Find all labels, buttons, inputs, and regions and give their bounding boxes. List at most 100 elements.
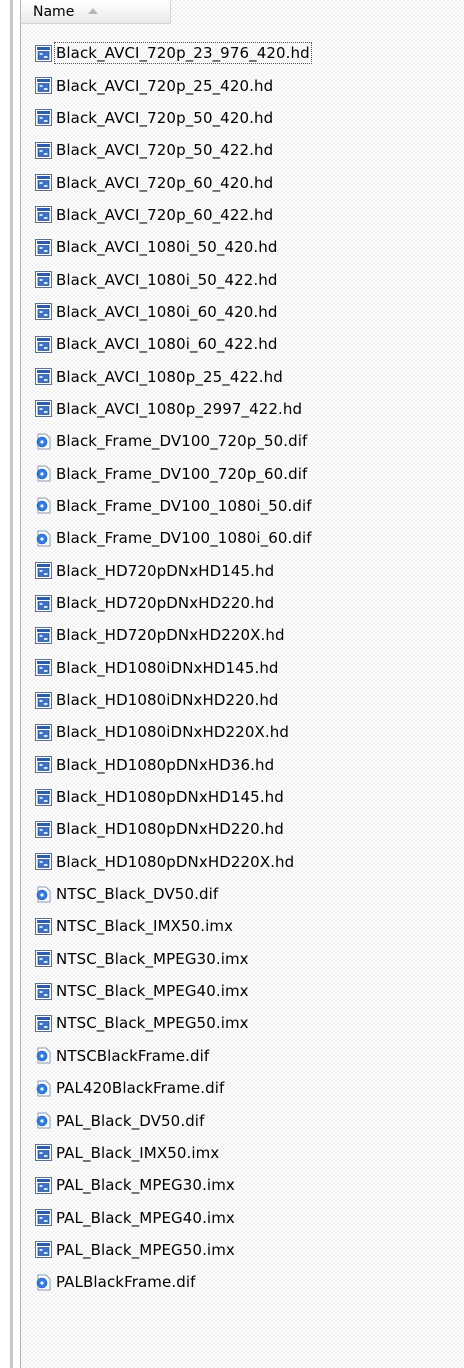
file-name: Black_AVCI_1080i_50_420.hd xyxy=(56,238,278,257)
media-file-icon xyxy=(35,433,52,450)
video-file-icon xyxy=(35,77,52,95)
file-row[interactable]: NTSC_Black_DV50.dif xyxy=(21,878,464,910)
video-file-icon xyxy=(35,271,52,289)
file-row[interactable]: Black_HD720pDNxHD220X.hd xyxy=(21,619,464,651)
file-name: NTSC_Black_MPEG50.imx xyxy=(56,1014,249,1033)
video-file-icon xyxy=(35,756,52,774)
file-row[interactable]: PAL_Black_DV50.dif xyxy=(21,1104,464,1136)
video-file-icon xyxy=(35,206,52,224)
video-file-icon xyxy=(35,1209,52,1227)
file-name: PAL_Black_MPEG50.imx xyxy=(56,1240,235,1259)
name-column-label: Name xyxy=(33,3,75,20)
file-row[interactable]: Black_AVCI_720p_25_420.hd xyxy=(21,69,464,101)
video-file-icon xyxy=(35,400,52,418)
file-name: NTSCBlackFrame.dif xyxy=(56,1046,210,1065)
file-name: PAL420BlackFrame.dif xyxy=(56,1079,225,1098)
file-row[interactable]: PAL_Black_IMX50.imx xyxy=(21,1137,464,1169)
media-file-icon xyxy=(35,497,52,514)
file-name: Black_AVCI_1080i_60_420.hd xyxy=(56,302,278,321)
file-name: PAL_Black_IMX50.imx xyxy=(56,1143,220,1162)
video-file-icon xyxy=(35,174,52,192)
file-name: Black_AVCI_720p_50_422.hd xyxy=(56,141,274,160)
file-row[interactable]: Black_AVCI_1080i_60_422.hd xyxy=(21,328,464,360)
file-row[interactable]: Black_HD1080pDNxHD145.hd xyxy=(21,781,464,813)
file-row[interactable]: PAL_Black_MPEG30.imx xyxy=(21,1169,464,1201)
file-row[interactable]: Black_HD1080pDNxHD36.hd xyxy=(21,749,464,781)
file-name: Black_HD1080iDNxHD220X.hd xyxy=(56,723,289,742)
splitter-bar[interactable] xyxy=(0,0,18,1368)
file-name: Black_AVCI_1080i_60_422.hd xyxy=(56,335,278,354)
video-file-icon xyxy=(35,950,52,968)
file-row[interactable]: Black_AVCI_720p_60_420.hd xyxy=(21,166,464,198)
file-name: PALBlackFrame.dif xyxy=(56,1273,196,1292)
video-file-icon xyxy=(35,1144,52,1162)
file-row[interactable]: Black_HD1080pDNxHD220X.hd xyxy=(21,846,464,878)
video-file-icon xyxy=(35,44,52,62)
file-name: PAL_Black_MPEG40.imx xyxy=(56,1208,235,1227)
video-file-icon xyxy=(35,1241,52,1259)
file-row[interactable]: Black_HD1080pDNxHD220.hd xyxy=(21,813,464,845)
video-file-icon xyxy=(35,1014,52,1032)
file-row[interactable]: Black_AVCI_720p_23_976_420.hd xyxy=(21,37,464,69)
file-row[interactable]: PAL420BlackFrame.dif xyxy=(21,1072,464,1104)
sort-ascending-icon xyxy=(88,7,99,14)
name-column-header[interactable]: Name xyxy=(21,0,171,24)
file-row[interactable]: NTSC_Black_MPEG30.imx xyxy=(21,943,464,975)
file-row[interactable]: Black_HD1080iDNxHD145.hd xyxy=(21,652,464,684)
video-file-icon xyxy=(35,1176,52,1194)
file-row[interactable]: Black_HD1080iDNxHD220X.hd xyxy=(21,716,464,748)
file-row[interactable]: NTSC_Black_IMX50.imx xyxy=(21,910,464,942)
file-name: Black_HD1080pDNxHD36.hd xyxy=(56,755,275,774)
video-file-icon xyxy=(35,659,52,677)
file-row[interactable]: NTSC_Black_MPEG40.imx xyxy=(21,975,464,1007)
file-row[interactable]: Black_AVCI_720p_60_422.hd xyxy=(21,199,464,231)
file-row[interactable]: NTSC_Black_MPEG50.imx xyxy=(21,1007,464,1039)
file-row[interactable]: PAL_Black_MPEG50.imx xyxy=(21,1234,464,1266)
file-name: Black_HD1080iDNxHD220.hd xyxy=(56,691,279,710)
file-name: PAL_Black_DV50.dif xyxy=(56,1111,205,1130)
file-name: Black_HD1080pDNxHD220.hd xyxy=(56,820,284,839)
video-file-icon xyxy=(35,917,52,935)
file-name: Black_Frame_DV100_720p_60.dif xyxy=(56,464,308,483)
file-name: Black_HD720pDNxHD220X.hd xyxy=(56,626,285,645)
file-name: Black_AVCI_1080p_25_422.hd xyxy=(56,367,283,386)
file-name: NTSC_Black_DV50.dif xyxy=(56,885,219,904)
file-name: Black_AVCI_720p_60_420.hd xyxy=(56,173,274,192)
file-name: Black_HD720pDNxHD145.hd xyxy=(56,561,275,580)
video-file-icon xyxy=(35,335,52,353)
file-row[interactable]: Black_Frame_DV100_720p_60.dif xyxy=(21,457,464,489)
file-row[interactable]: Black_Frame_DV100_1080i_60.dif xyxy=(21,522,464,554)
file-row[interactable]: PAL_Black_MPEG40.imx xyxy=(21,1201,464,1233)
video-file-icon xyxy=(35,594,52,612)
file-row[interactable]: NTSCBlackFrame.dif xyxy=(21,1040,464,1072)
file-row[interactable]: Black_HD720pDNxHD220.hd xyxy=(21,587,464,619)
video-file-icon xyxy=(35,626,52,644)
file-row[interactable]: Black_AVCI_720p_50_420.hd xyxy=(21,102,464,134)
file-name: Black_AVCI_1080p_2997_422.hd xyxy=(56,399,303,418)
video-file-icon xyxy=(35,368,52,386)
file-name: Black_AVCI_720p_25_420.hd xyxy=(56,76,274,95)
media-file-icon xyxy=(35,1080,52,1097)
file-name: Black_AVCI_720p_60_422.hd xyxy=(56,205,274,224)
file-row[interactable]: PALBlackFrame.dif xyxy=(21,1266,464,1298)
file-name: NTSC_Black_IMX50.imx xyxy=(56,917,234,936)
media-file-icon xyxy=(35,1047,52,1064)
file-row[interactable]: Black_AVCI_1080p_2997_422.hd xyxy=(21,393,464,425)
file-name: Black_Frame_DV100_1080i_60.dif xyxy=(56,529,312,548)
file-row[interactable]: Black_HD1080iDNxHD220.hd xyxy=(21,684,464,716)
file-name: Black_HD1080pDNxHD145.hd xyxy=(56,788,284,807)
file-row[interactable]: Black_AVCI_1080i_60_420.hd xyxy=(21,296,464,328)
file-row[interactable]: Black_AVCI_1080i_50_422.hd xyxy=(21,263,464,295)
file-name: NTSC_Black_MPEG30.imx xyxy=(56,949,249,968)
file-row[interactable]: Black_Frame_DV100_1080i_50.dif xyxy=(21,490,464,522)
file-row[interactable]: Black_HD720pDNxHD145.hd xyxy=(21,555,464,587)
video-file-icon xyxy=(35,691,52,709)
file-row[interactable]: Black_Frame_DV100_720p_50.dif xyxy=(21,425,464,457)
file-row[interactable]: Black_AVCI_1080p_25_422.hd xyxy=(21,360,464,392)
file-row[interactable]: Black_AVCI_1080i_50_420.hd xyxy=(21,231,464,263)
video-file-icon xyxy=(35,562,52,580)
file-name: Black_AVCI_720p_50_420.hd xyxy=(56,108,274,127)
file-name: Black_AVCI_720p_23_976_420.hd xyxy=(54,42,312,65)
file-row[interactable]: Black_AVCI_720p_50_422.hd xyxy=(21,134,464,166)
file-name: PAL_Black_MPEG30.imx xyxy=(56,1176,235,1195)
